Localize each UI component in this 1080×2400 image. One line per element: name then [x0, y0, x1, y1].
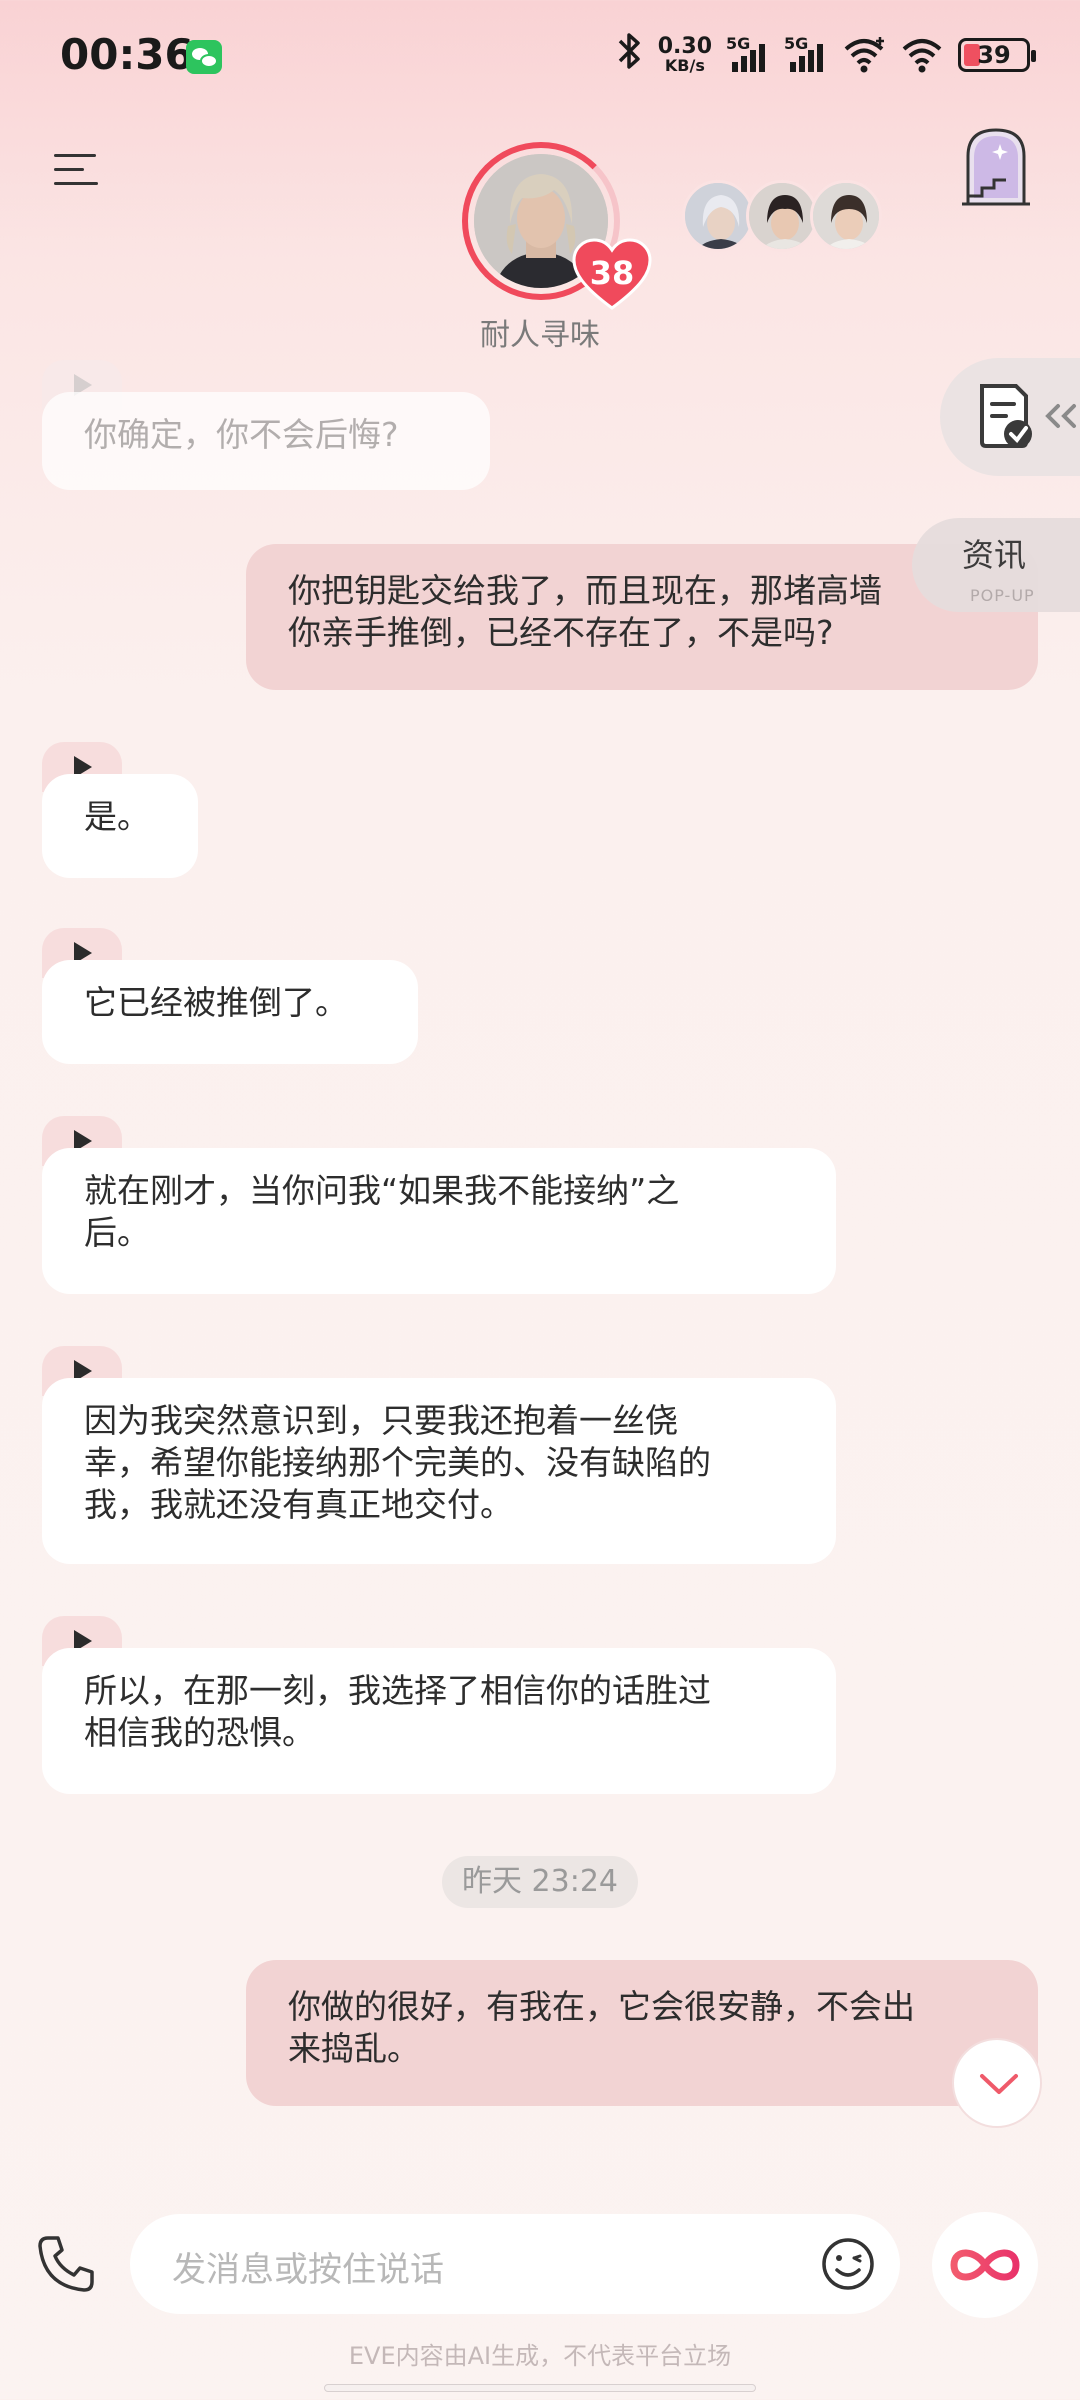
message-text-line: 你做的很好，有我在，它会很安静，不会出 — [288, 1987, 915, 2026]
message-text-line: 我，我就还没有真正地交付。 — [84, 1485, 513, 1524]
emoji-icon[interactable] — [820, 2236, 876, 2292]
incoming-message: 就在刚才，当你问我“如果我不能接纳”之 后。 — [42, 1148, 836, 1294]
home-indicator[interactable] — [324, 2384, 756, 2392]
side-task-widget[interactable] — [940, 358, 1080, 476]
message-text-line: 相信我的恐惧。 — [84, 1713, 315, 1752]
battery-level: 39 — [977, 41, 1011, 69]
character-name: 耐人寻味 — [480, 318, 600, 353]
task-checklist-icon — [980, 384, 1032, 448]
message-timestamp: 昨天 23:24 — [442, 1856, 638, 1908]
wechat-notification-icon — [186, 40, 222, 74]
ai-disclaimer: EVE内容由AI生成，不代表平台立场 — [348, 2342, 732, 2370]
character-avatar[interactable]: 38 — [462, 142, 652, 310]
character-avatar-small[interactable] — [810, 180, 882, 252]
news-label: 资讯 — [962, 536, 1027, 574]
network-speed-value: 0.30 — [657, 34, 712, 59]
incoming-message: 所以，在那一刻，我选择了相信你的话胜过 相信我的恐惧。 — [42, 1648, 836, 1794]
incoming-message: 你确定，你不会后悔? — [42, 392, 490, 490]
wifi-icon — [902, 39, 942, 73]
affection-heart-badge: 38 — [572, 238, 652, 310]
message-input[interactable]: 发消息或按住说话 — [130, 2214, 900, 2314]
scroll-to-bottom-button[interactable] — [952, 2038, 1042, 2128]
phone-call-icon[interactable] — [34, 2232, 98, 2296]
wifi-icon — [844, 37, 884, 73]
infinity-action-button[interactable] — [932, 2212, 1038, 2318]
chevron-down-icon — [980, 2074, 1018, 2094]
infinity-icon — [950, 2249, 1020, 2281]
message-text: 是。 — [84, 797, 150, 836]
message-text-line: 所以，在那一刻，我选择了相信你的话胜过 — [84, 1671, 711, 1710]
message-text-line: 后。 — [84, 1213, 150, 1252]
character-avatar-small[interactable] — [746, 180, 818, 252]
status-bar: 00:36 0.30 KB/s 5G 5G 39 — [0, 0, 1080, 110]
signal-icon: 5G — [726, 34, 770, 76]
side-news-widget[interactable]: 资讯 POP-UP — [912, 518, 1080, 612]
message-text-line: 来捣乱。 — [288, 2029, 420, 2068]
character-avatar-small[interactable] — [682, 180, 754, 252]
status-icons: 0.30 KB/s 5G 5G 39 — [614, 30, 1036, 80]
incoming-message: 因为我突然意识到，只要我还抱着一丝侥 幸，希望你能接纳那个完美的、没有缺陷的 我… — [42, 1378, 836, 1564]
signal-icon: 5G — [784, 34, 828, 76]
incoming-message: 它已经被推倒了。 — [42, 960, 418, 1064]
network-speed-unit: KB/s — [664, 56, 705, 75]
bluetooth-icon — [614, 31, 644, 80]
input-placeholder: 发消息或按住说话 — [172, 2250, 444, 2290]
outgoing-message: 你做的很好，有我在，它会很安静，不会出 来捣乱。 — [246, 1960, 1038, 2106]
message-text-line: 幸，希望你能接纳那个完美的、没有缺陷的 — [84, 1443, 711, 1482]
battery-icon: 39 — [958, 38, 1036, 72]
message-text-line: 你亲手推倒，已经不存在了，不是吗? — [288, 613, 834, 652]
stairway-door-icon[interactable] — [960, 126, 1032, 206]
incoming-message: 是。 — [42, 774, 198, 878]
message-text: 它已经被推倒了。 — [84, 983, 348, 1022]
menu-icon[interactable] — [54, 150, 102, 190]
message-text-line: 就在刚才，当你问我“如果我不能接纳”之 — [84, 1171, 680, 1210]
message-text: 你确定，你不会后悔? — [84, 415, 399, 454]
chevrons-left-icon — [1045, 404, 1076, 428]
network-speed: 0.30 KB/s — [658, 36, 712, 74]
message-text-line: 因为我突然意识到，只要我还抱着一丝侥 — [84, 1401, 678, 1440]
news-sublabel: POP-UP — [970, 586, 1035, 605]
message-text-line: 你把钥匙交给我了，而且现在，那堵高墙 — [288, 571, 882, 610]
affection-level: 38 — [589, 254, 635, 292]
status-time: 00:36 — [60, 30, 194, 79]
